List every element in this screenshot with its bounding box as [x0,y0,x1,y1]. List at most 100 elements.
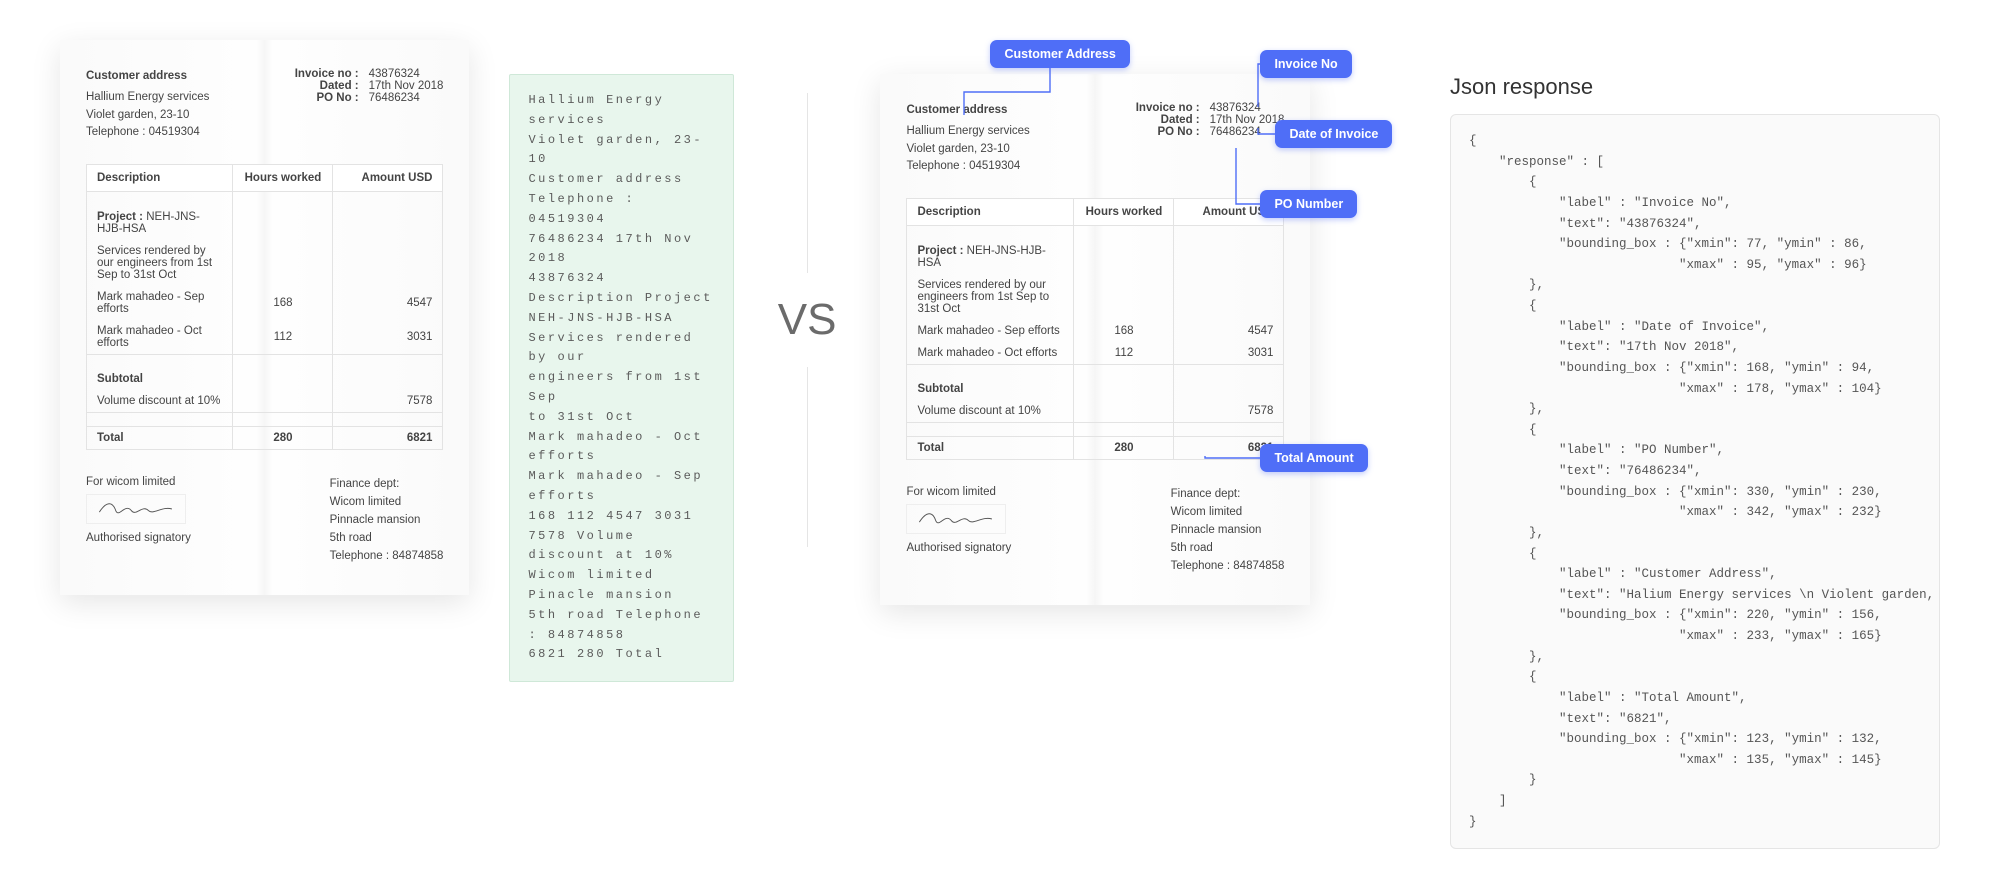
total-label: Total [87,427,233,450]
customer-address-block: Customer address Hallium Energy services… [906,102,1029,176]
invoice-document-left: Customer address Hallium Energy services… [60,40,469,595]
for-line: For wicom limited [906,486,1011,498]
line-amount: 4547 [333,286,443,320]
invoice-meta-block: Invoice no : 43876324 Dated : 17th Nov 201… [279,68,444,142]
signature-icon [906,504,1006,534]
discount-label: Volume discount at 10% [907,400,1074,423]
services-text: Services rendered by our engineers from … [87,240,233,286]
line-hours: 112 [1074,342,1174,365]
invoice-no-value: 43876324 [369,68,420,80]
finance-line: 5th road [1171,540,1285,558]
col-amount: Amount USD [333,165,443,192]
auth-sig-label: Authorised signatory [906,542,1011,554]
ocr-line: 76486234 17th Nov 2018 [528,230,714,270]
ocr-line: Customer address [528,170,714,190]
discount-amount: 7578 [333,390,443,413]
finance-line: Wicom limited [330,494,444,512]
tag-total-amount: Total Amount [1260,444,1367,472]
ocr-line: to 31st Oct [528,408,714,428]
invoice-table: Description Hours worked Amount USD Proj… [906,198,1284,460]
customer-line: Telephone : 04519304 [86,124,209,142]
signatory-block: For wicom limited Authorised signatory [906,486,1011,575]
divider-line [807,93,808,273]
customer-address-heading: Customer address [906,102,1029,120]
finance-heading: Finance dept: [330,476,444,494]
ocr-line: Violet garden, 23-10 [528,131,714,171]
tag-date-of-invoice: Date of Invoice [1275,120,1392,148]
ocr-line: Mark mahadeo - Oct efforts [528,428,714,468]
ocr-line: 6821 280 Total [528,645,714,665]
ocr-line: Hallium Energy services [528,91,714,131]
tag-invoice-no: Invoice No [1260,50,1351,78]
col-description: Description [87,165,233,192]
customer-line: Violet garden, 23-10 [86,107,209,125]
invoice-no-label: Invoice no : [1120,102,1200,114]
dated-label: Dated : [279,80,359,92]
finance-line: Telephone : 84874858 [330,548,444,566]
dated-value: 17th Nov 2018 [369,80,444,92]
customer-address-heading: Customer address [86,68,209,86]
json-response-title: Json response [1450,74,1940,100]
line-desc: Mark mahadeo - Oct efforts [907,342,1074,365]
discount-label: Volume discount at 10% [87,390,233,413]
line-desc: Mark mahadeo - Sep efforts [87,286,233,320]
ocr-line: Mark mahadeo - Sep efforts [528,467,714,507]
ocr-line: NEH-JNS-HJB-HSA [528,309,714,329]
project-label: Project : [917,245,963,257]
line-desc: Mark mahadeo - Oct efforts [87,320,233,355]
dated-value: 17th Nov 2018 [1210,114,1285,126]
for-line: For wicom limited [86,476,191,488]
total-hours: 280 [233,427,333,450]
line-amount: 3031 [1174,342,1284,365]
col-hours: Hours worked [1074,199,1174,226]
vs-label: VS [778,295,837,345]
ocr-line: 43876324 [528,269,714,289]
invoice-no-label: Invoice no : [279,68,359,80]
total-hours: 280 [1074,437,1174,460]
invoice-no-value: 43876324 [1210,102,1261,114]
total-amount: 6821 [333,427,443,450]
json-response-body: { "response" : [ { "label" : "Invoice No… [1450,114,1940,849]
subtotal-label: Subtotal [907,378,1074,400]
line-amount: 4547 [1174,320,1284,342]
project-label: Project : [97,211,143,223]
signature-icon [86,494,186,524]
dated-label: Dated : [1120,114,1200,126]
ocr-line: Description Project [528,289,714,309]
vs-divider: VS [778,40,837,600]
col-hours: Hours worked [233,165,333,192]
po-value: 76486234 [369,92,420,104]
finance-block: Finance dept: Wicom limited Pinnacle man… [1171,486,1285,575]
po-label: PO No : [1120,126,1200,138]
ocr-line: Wicom limited Pinacle mansion [528,566,714,606]
finance-line: Pinnacle mansion [1171,522,1285,540]
line-desc: Mark mahadeo - Sep efforts [907,320,1074,342]
customer-line: Hallium Energy services [86,89,209,107]
line-hours: 112 [233,320,333,355]
divider-line [807,367,808,547]
auth-sig-label: Authorised signatory [86,532,191,544]
finance-line: Pinnacle mansion [330,512,444,530]
discount-amount: 7578 [1174,400,1284,423]
services-text: Services rendered by our engineers from … [907,274,1074,320]
po-value: 76486234 [1210,126,1261,138]
invoice-table: Description Hours worked Amount USD Proj… [86,164,443,450]
tag-po-number: PO Number [1260,190,1357,218]
ocr-line: engineers from 1st Sep [528,368,714,408]
po-label: PO No : [279,92,359,104]
line-hours: 168 [233,286,333,320]
total-label: Total [907,437,1074,460]
tag-customer-address: Customer Address [990,40,1129,68]
subtotal-label: Subtotal [87,368,233,390]
invoice-meta-block: Invoice no : 43876324 Dated : 17th Nov 201… [1120,102,1285,176]
finance-block: Finance dept: Wicom limited Pinnacle man… [330,476,444,565]
ocr-line: 7578 Volume discount at 10% [528,527,714,567]
col-description: Description [907,199,1074,226]
ocr-text-block: Hallium Energy servicesViolet garden, 23… [509,74,733,682]
customer-line: Violet garden, 23-10 [906,141,1029,159]
finance-line: Telephone : 84874858 [1171,558,1285,576]
line-hours: 168 [1074,320,1174,342]
ocr-line: 168 112 4547 3031 [528,507,714,527]
finance-line: Wicom limited [1171,504,1285,522]
ocr-line: Telephone : 04519304 [528,190,714,230]
